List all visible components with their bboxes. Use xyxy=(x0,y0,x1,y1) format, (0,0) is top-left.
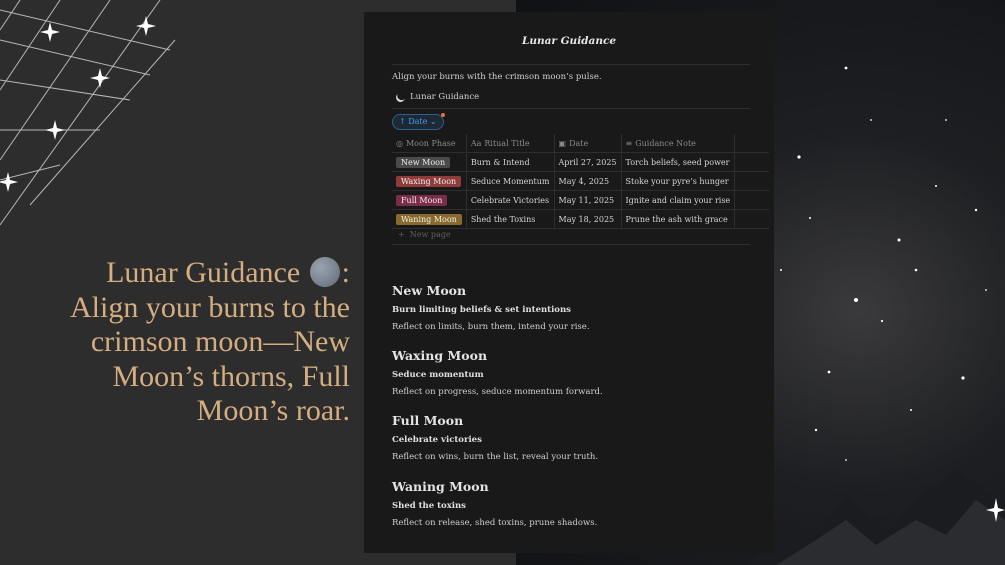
note-cell[interactable]: Torch beliefs, seed power xyxy=(620,152,735,172)
section-heading: Waxing Moon xyxy=(392,348,488,363)
empty-cell xyxy=(734,152,770,172)
table-row[interactable]: Waning Moon Shed the Toxins May 18, 2025… xyxy=(392,209,770,229)
headline: Lunar Guidance : Align your burns to the… xyxy=(20,256,350,429)
headline-line4: Moon’s thorns, Full xyxy=(112,359,350,393)
table-row[interactable]: Waxing Moon Seduce Momentum May 4, 2025 … xyxy=(392,171,770,191)
divider xyxy=(392,244,750,245)
sort-date-button[interactable]: ↑ Date ⌄ xyxy=(392,113,445,130)
column-header-label: Date xyxy=(569,138,589,148)
date-cell[interactable]: May 11, 2025 xyxy=(553,190,622,210)
moon-icon xyxy=(309,257,340,287)
new-page-button[interactable]: + New page xyxy=(398,230,451,239)
text-icon: Aa xyxy=(470,138,482,148)
phase-cell[interactable]: New Moon xyxy=(392,152,467,172)
table-header-row: ◎ Moon Phase Aa Ritual Title ▣ Date ≡ Guidan… xyxy=(392,134,770,153)
divider xyxy=(392,64,750,65)
headline-line1: Lunar Guidance xyxy=(106,256,301,289)
section-subheading: Burn limiting beliefs & set intentions xyxy=(392,305,571,315)
phase-cell[interactable]: Waxing Moon xyxy=(392,171,467,191)
column-header[interactable]: Aa Ritual Title xyxy=(465,134,554,153)
section-subheading: Celebrate victories xyxy=(392,435,482,445)
empty-cell xyxy=(734,171,770,191)
section-heading: New Moon xyxy=(392,283,467,298)
column-header-label: Moon Phase xyxy=(405,138,456,148)
phase-cell[interactable]: Full Moon xyxy=(392,190,467,210)
headline-line3: crimson moon—New xyxy=(90,325,350,358)
phase-tag: Full Moon xyxy=(396,194,448,206)
page-description: Align your burns with the crimson moon’s… xyxy=(392,72,602,82)
column-header[interactable]: ▣ Date xyxy=(553,134,622,153)
target-icon: ◎ xyxy=(396,138,403,148)
phase-cell[interactable]: Waning Moon xyxy=(392,209,467,229)
filter-active-dot xyxy=(440,113,445,117)
table-row[interactable]: Full Moon Celebrate Victories May 11, 20… xyxy=(392,190,770,210)
table-row[interactable]: New Moon Burn & Intend April 27, 2025 To… xyxy=(392,152,770,172)
section-text: Reflect on release, shed toxins, prune s… xyxy=(392,518,598,528)
title-cell[interactable]: Burn & Intend xyxy=(465,152,554,172)
section-heading: Waning Moon xyxy=(392,479,489,494)
headline-line2: Align your burns to the xyxy=(70,290,350,324)
new-page-label: New page xyxy=(409,230,451,239)
section-subheading: Shed the toxins xyxy=(392,501,466,511)
phase-tag: Waxing Moon xyxy=(396,175,462,187)
phase-tag: New Moon xyxy=(396,156,451,168)
column-header[interactable]: ≡ Guidance Note xyxy=(620,134,735,153)
column-header-empty xyxy=(734,134,770,153)
crescent-moon-icon xyxy=(394,91,406,103)
column-header-label: Guidance Note xyxy=(635,138,696,148)
date-cell[interactable]: May 4, 2025 xyxy=(553,171,622,191)
page-title: Lunar Guidance xyxy=(521,35,617,47)
section-text: Reflect on progress, seduce momentum for… xyxy=(392,387,603,397)
column-header[interactable]: ◎ Moon Phase xyxy=(392,134,467,153)
headline-line1-suffix: : xyxy=(341,256,350,289)
note-cell[interactable]: Ignite and claim your rise xyxy=(620,190,735,210)
notion-page-panel: Lunar Guidance Align your burns with the… xyxy=(364,12,774,553)
database-title-label: Lunar Guidance xyxy=(410,92,480,102)
title-cell[interactable]: Seduce Momentum xyxy=(465,171,554,191)
column-header-label: Ritual Title xyxy=(484,138,530,148)
section-text: Reflect on wins, burn the list, reveal y… xyxy=(392,452,599,462)
section-text: Reflect on limits, burn them, intend you… xyxy=(392,322,590,332)
phase-tag: Waning Moon xyxy=(396,213,462,225)
plus-icon: + xyxy=(398,230,405,239)
sort-date-label: ↑ Date ⌄ xyxy=(399,117,437,126)
section-heading: Full Moon xyxy=(392,413,464,428)
star-grid-decoration xyxy=(0,0,176,226)
empty-cell xyxy=(734,190,770,210)
note-cell[interactable]: Stoke your pyre’s hunger xyxy=(620,171,735,191)
lines-icon: ≡ xyxy=(625,138,633,148)
database-title[interactable]: Lunar Guidance xyxy=(396,92,479,102)
database-table: ◎ Moon Phase Aa Ritual Title ▣ Date ≡ Guidan… xyxy=(392,134,770,229)
section-subheading: Seduce momentum xyxy=(392,370,484,380)
date-cell[interactable]: April 27, 2025 xyxy=(553,152,622,172)
title-cell[interactable]: Shed the Toxins xyxy=(465,209,554,229)
divider xyxy=(392,108,750,109)
date-cell[interactable]: May 18, 2025 xyxy=(553,209,622,229)
headline-line5: Moon’s roar. xyxy=(196,394,350,427)
title-cell[interactable]: Celebrate Victories xyxy=(465,190,554,210)
empty-cell xyxy=(734,209,770,229)
note-cell[interactable]: Prune the ash with grace xyxy=(620,209,735,229)
calendar-icon: ▣ xyxy=(558,138,567,148)
